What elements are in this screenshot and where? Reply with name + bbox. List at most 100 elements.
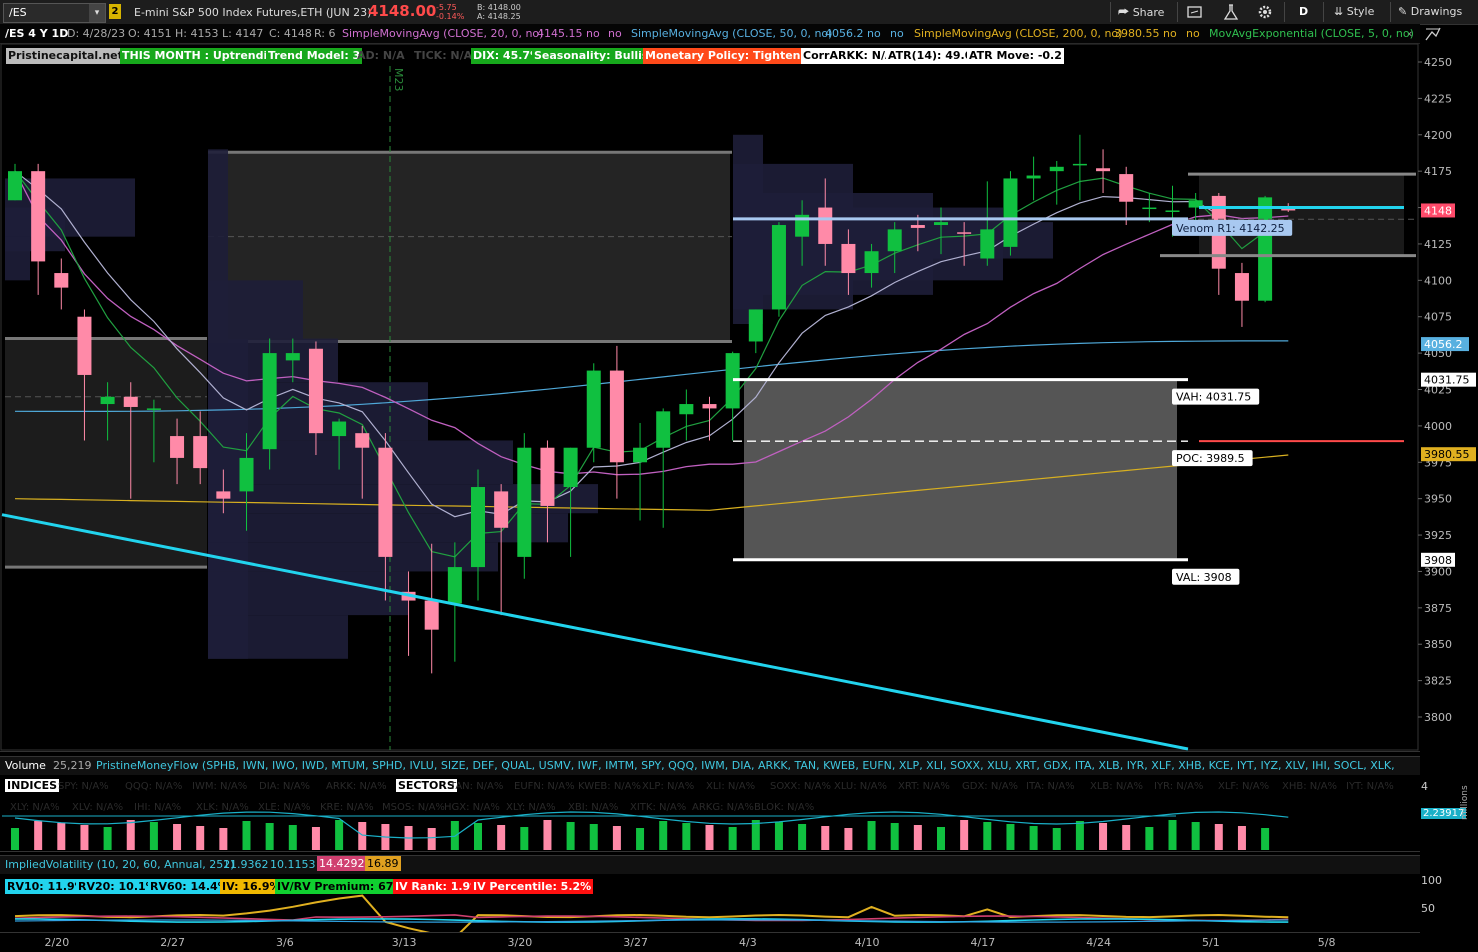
val-label: VAL: 3908: [1172, 568, 1240, 585]
volume-bar: [543, 820, 552, 850]
pane-divider[interactable]: [0, 751, 1420, 752]
price-label: 4056.2: [1424, 338, 1463, 351]
volume-bar: [265, 823, 274, 850]
volume-bar: [589, 824, 598, 850]
candle-body: [285, 353, 300, 361]
volume-bar: [497, 825, 506, 850]
time-axis-label: 3/6: [276, 936, 294, 949]
volume-bar: [520, 827, 529, 850]
price-label: 3980.55: [1424, 448, 1470, 461]
volume-unit: millions: [1460, 785, 1470, 820]
candle-body: [77, 316, 92, 375]
candle-body: [586, 370, 601, 448]
volume-bar: [474, 823, 482, 850]
price-tick-label: 4000: [1424, 420, 1452, 433]
candle-body: [308, 348, 323, 434]
candle-body: [494, 491, 509, 528]
volume-bar: [126, 820, 135, 850]
volume-bar: [566, 822, 575, 850]
volume-bar: [1075, 821, 1084, 850]
volume-bar: [1122, 825, 1131, 850]
price-tick-label: 4175: [1424, 165, 1452, 178]
candle-body: [1119, 174, 1134, 202]
iv-study[interactable]: ImpliedVolatility (10, 20, 60, Annual, 2…: [5, 858, 235, 871]
candle-body: [1003, 178, 1018, 247]
candle-body: [355, 433, 370, 448]
time-axis-label: 3/13: [391, 936, 417, 949]
price-tick-label: 3800: [1424, 711, 1452, 724]
candle-body: [1026, 175, 1041, 179]
volume-bar: [1168, 820, 1177, 850]
time-axis-label: 4/17: [970, 936, 996, 949]
volume-bar: [427, 828, 436, 850]
iv-line: [14, 894, 1289, 932]
time-axis-label: 4/24: [1086, 936, 1111, 949]
volume-bar: [1214, 824, 1223, 850]
candle-body: [1165, 210, 1180, 212]
volume-bar: [358, 822, 367, 850]
volume-bar: [103, 827, 112, 850]
candle-body: [54, 273, 69, 288]
candle-body: [864, 251, 879, 274]
volume-profile-block: [5, 178, 135, 237]
candle-body: [1234, 273, 1249, 301]
iv-chart[interactable]: [0, 872, 1478, 932]
volume-bar: [149, 822, 158, 850]
candle-body: [540, 447, 555, 506]
volume-profile-block: [208, 615, 348, 659]
volume-profile-block: [208, 484, 598, 514]
volume-pane-header: Volume 25,219 PristineMoneyFlow (SPHB, I…: [0, 756, 1420, 775]
money-flow-study[interactable]: PristineMoneyFlow (SPHB, IWN, IWO, IWD, …: [96, 759, 1396, 772]
volume-bar: [1191, 822, 1200, 850]
volume-bar: [612, 826, 621, 850]
candle-body: [216, 491, 231, 499]
volume-axis-4: 4: [1421, 780, 1428, 793]
val-label-text: VAL: 3908: [1176, 571, 1232, 584]
volume-bar: [11, 828, 19, 850]
time-axis-label: 3/27: [623, 936, 648, 949]
iv-axis-100: 100: [1421, 874, 1442, 887]
price-tick-label: 3950: [1424, 493, 1452, 506]
candle-body: [980, 229, 995, 259]
volume-profile-block: [5, 236, 30, 281]
price-tick-label: 3875: [1424, 602, 1452, 615]
volume-bar: [242, 821, 251, 850]
volume-bar: [682, 823, 691, 850]
candle-body: [818, 207, 833, 244]
volume-bar: [844, 828, 853, 850]
volume-bar: [34, 821, 43, 850]
price-tick-label: 4100: [1424, 274, 1452, 287]
venom-r1-label-text: Venom R1: 4142.25: [1176, 222, 1285, 235]
pane-divider[interactable]: [0, 932, 1420, 933]
volume-bar: [1261, 828, 1270, 850]
price-axis-layer: 4250422542004175415041254100407540504025…: [1418, 56, 1476, 724]
value-area-box: [744, 379, 1177, 560]
volume-bar: [173, 824, 182, 850]
time-axis-label: 5/1: [1202, 936, 1220, 949]
pane-divider[interactable]: [0, 851, 1420, 852]
volume-bar: [219, 828, 228, 850]
volume-bar: [57, 823, 66, 850]
candle-body: [170, 436, 185, 458]
volume-bar: [659, 821, 668, 850]
price-chart[interactable]: M23 Venom R1: 4142.25 VAH: 4031.75 POC: 39…: [0, 0, 1478, 752]
candle-body: [702, 404, 717, 409]
candle-body: [563, 447, 578, 488]
iv-value-4: 16.89: [365, 856, 401, 871]
vah-label: VAH: 4031.75: [1172, 388, 1260, 405]
candle-body: [332, 421, 347, 437]
candle-body: [633, 447, 648, 463]
price-tick-label: 4225: [1424, 92, 1452, 105]
price-tick-label: 3850: [1424, 638, 1452, 651]
candle-body: [1142, 207, 1157, 210]
candle-body: [957, 232, 972, 234]
upper-box: [1199, 174, 1404, 256]
volume-bar: [867, 821, 876, 850]
volume-chart[interactable]: [0, 776, 1478, 856]
candle-body: [100, 396, 115, 405]
candle-body: [609, 370, 624, 463]
iv-value-3: 14.4292: [317, 856, 367, 871]
iv-value-2: 10.1153: [270, 858, 316, 871]
volume-profile-block: [208, 280, 303, 339]
candle-body: [193, 436, 208, 469]
